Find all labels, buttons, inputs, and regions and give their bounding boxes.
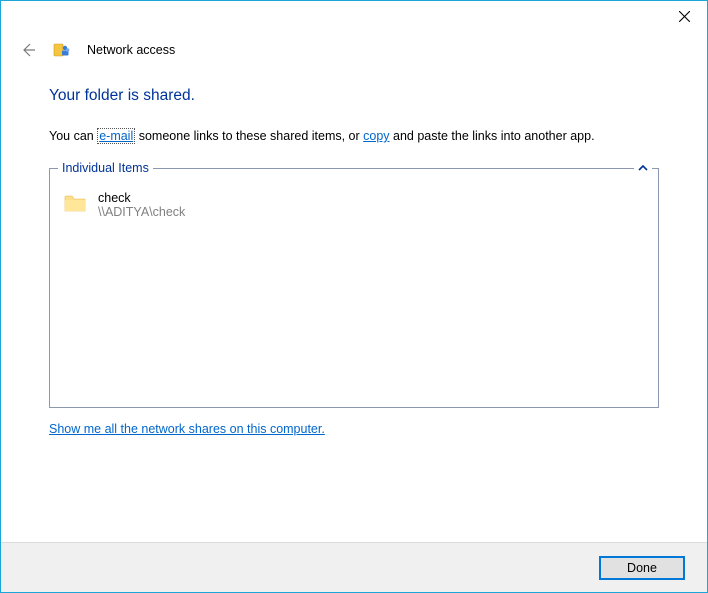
wizard-title: Network access [87, 43, 175, 57]
page-heading: Your folder is shared. [49, 87, 659, 105]
collapse-toggle[interactable] [634, 161, 652, 175]
chevron-up-icon [638, 164, 648, 172]
done-button[interactable]: Done [599, 556, 685, 580]
group-legend: Individual Items [58, 161, 153, 175]
desc-text: You can [49, 129, 97, 143]
arrow-left-icon [20, 42, 36, 58]
show-all-shares-link[interactable]: Show me all the network shares on this c… [49, 422, 325, 436]
content-area: Your folder is shared. You can e-mail so… [1, 59, 707, 436]
copy-link[interactable]: copy [363, 129, 389, 143]
email-link[interactable]: e-mail [97, 128, 135, 144]
desc-text: and paste the links into another app. [390, 129, 595, 143]
desc-text: someone links to these shared items, or [135, 129, 363, 143]
description-text: You can e-mail someone links to these sh… [49, 127, 659, 146]
footer-bar: Done [1, 542, 707, 592]
shared-item-text: check \\ADITYA\check [98, 191, 185, 219]
network-share-icon [53, 41, 71, 59]
titlebar [1, 1, 707, 31]
individual-items-group: Individual Items check \\ADITYA\check [49, 168, 659, 408]
folder-icon [64, 193, 86, 213]
close-icon [679, 11, 690, 22]
back-button[interactable] [19, 41, 37, 59]
close-button[interactable] [662, 1, 707, 31]
shared-item-name: check [98, 191, 185, 205]
shared-item-path: \\ADITYA\check [98, 205, 185, 219]
shared-item-row[interactable]: check \\ADITYA\check [60, 185, 648, 225]
header-row: Network access [1, 31, 707, 59]
